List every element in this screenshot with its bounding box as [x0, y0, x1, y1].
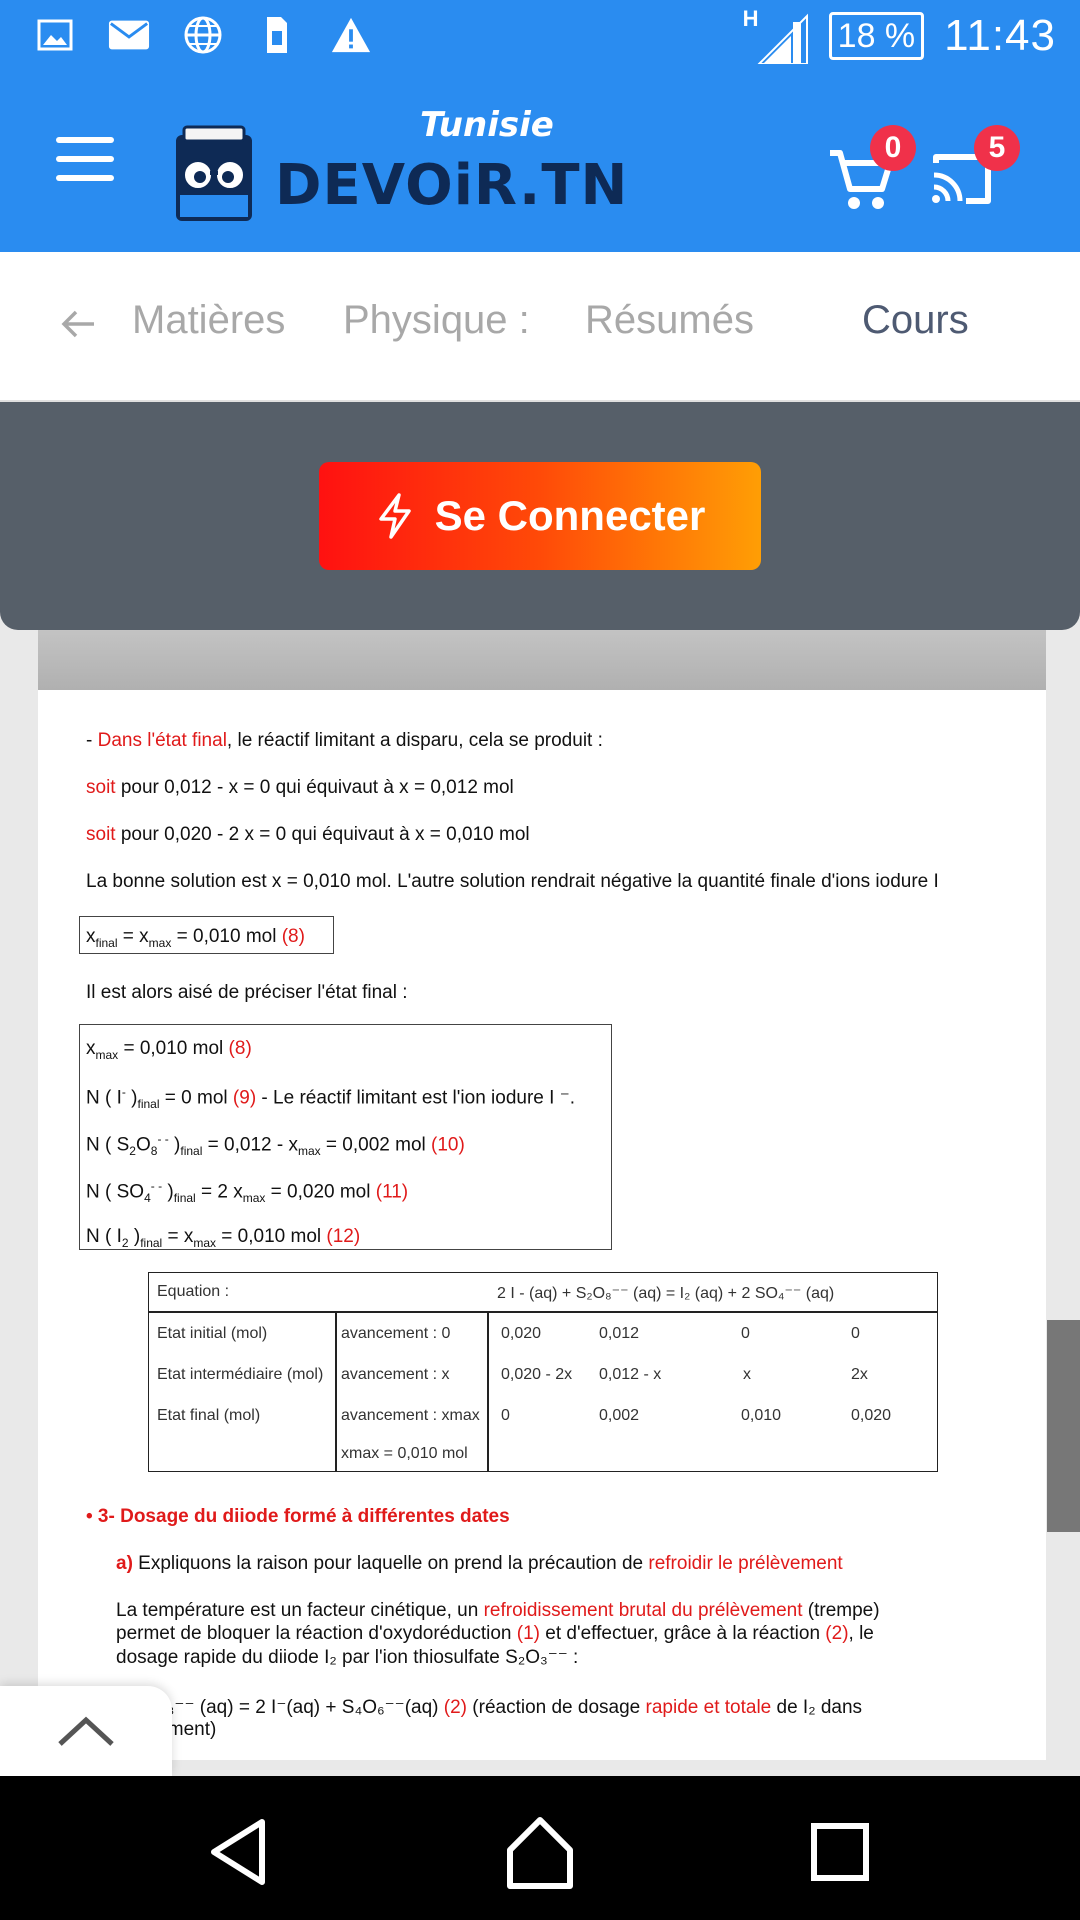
logo-tagline: Tunisie — [420, 105, 554, 145]
image-icon — [34, 14, 76, 56]
mascot-icon — [176, 125, 252, 221]
cast-button[interactable]: 5 — [930, 125, 1020, 215]
doc-line: N ( S2O8- - )final = 0,012 - xmax = 0,00… — [86, 1132, 465, 1159]
doc-line: La bonne solution est x = 0,010 mol. L'a… — [86, 871, 939, 892]
home-nav-icon[interactable] — [500, 1812, 580, 1892]
cart-count-badge: 0 — [870, 125, 916, 171]
table-cell: 0 — [741, 1325, 750, 1342]
doc-line: N ( SO4- - )final = 2 xmax = 0,020 mol (… — [86, 1179, 409, 1206]
table-cell: 0,020 — [501, 1325, 542, 1342]
doc-line: permet de bloquer la réaction d'oxydoréd… — [116, 1623, 874, 1644]
doc-line: 2 S₂O₃⁻⁻ (aq) = 2 I⁻(aq) + S₄O₆⁻⁻(aq) (2… — [116, 1697, 863, 1718]
progress-table: Equation : 2 I - (aq) + S₂O₈⁻⁻ (aq) = I₂… — [148, 1272, 938, 1472]
table-cell: 2x — [851, 1366, 868, 1383]
scrollbar-thumb[interactable] — [1047, 1320, 1080, 1532]
table-cell: avancement : x — [341, 1366, 450, 1383]
doc-line: N ( I- )final = 0 mol (9) - Le réactif l… — [86, 1085, 575, 1112]
battery-indicator: 18 % — [828, 12, 925, 60]
breadcrumb-item-physique[interactable]: Physique : — [343, 298, 530, 343]
arrow-left-icon[interactable] — [58, 304, 98, 344]
lightning-icon — [378, 493, 411, 539]
recents-nav-icon[interactable] — [800, 1812, 880, 1892]
doc-line: xfinal = xmax = 0,010 mol (8) — [86, 926, 305, 950]
doc-line: soit pour 0,020 - 2 x = 0 qui équivaut à… — [86, 824, 530, 845]
mail-icon — [108, 14, 150, 56]
login-label: Se Connecter — [434, 492, 706, 539]
table-cell: avancement : 0 — [341, 1325, 451, 1342]
table-cell: avancement : xmax — [341, 1407, 480, 1424]
table-cell: x — [743, 1366, 751, 1383]
table-cell: Etat final (mol) — [157, 1407, 261, 1424]
warning-icon — [330, 14, 372, 56]
doc-line: dosage rapide du diiode I₂ par l'ion thi… — [116, 1647, 579, 1668]
chevron-up-icon — [58, 1716, 114, 1746]
app-bar: Tunisie DEVOiR.TN 0 5 — [0, 75, 1080, 252]
table-cell: 0 — [851, 1325, 860, 1342]
table-cell: xmax = 0,010 mol — [341, 1445, 468, 1462]
breadcrumb-item-cours[interactable]: Cours — [862, 298, 969, 343]
back-nav-icon[interactable] — [200, 1812, 280, 1892]
table-cell: 0,002 — [599, 1407, 640, 1424]
logo-name: DEVOiR.TN — [275, 153, 629, 218]
cast-count-badge: 5 — [974, 125, 1020, 171]
table-header-label: Equation : — [157, 1283, 230, 1300]
doc-line: La température est un facteur cinétique,… — [116, 1600, 880, 1621]
sim-icon — [256, 14, 298, 56]
table-cell: 0,010 — [741, 1407, 782, 1424]
table-cell: 0,012 - x — [599, 1366, 662, 1383]
system-nav-bar — [0, 1776, 1080, 1920]
document-viewer[interactable]: - Dans l'état final, le réactif limitant… — [38, 630, 1046, 1760]
table-cell: Etat intermédiaire (mol) — [157, 1366, 324, 1383]
network-signal-icon: H — [743, 6, 809, 64]
table-cell: Etat initial (mol) — [157, 1325, 268, 1342]
breadcrumb: Matières Physique : Résumés Cours — [0, 252, 1080, 402]
section-heading: • 3- Dosage du diiode formé à différente… — [86, 1506, 510, 1527]
login-button[interactable]: Se Connecter — [319, 462, 761, 570]
table-cell: 0,020 - 2x — [501, 1366, 573, 1383]
clock: 11:43 — [944, 11, 1056, 60]
cart-button[interactable]: 0 — [826, 125, 916, 215]
site-logo[interactable]: Tunisie DEVOiR.TN — [170, 105, 627, 225]
hamburger-menu-icon[interactable] — [56, 137, 114, 181]
breadcrumb-item-matieres[interactable]: Matières — [132, 298, 285, 343]
doc-line: N ( I2 )final = xmax = 0,010 mol (12) — [86, 1226, 361, 1250]
doc-line: soit pour 0,012 - x = 0 qui équivaut à x… — [86, 777, 514, 798]
scroll-to-top-button[interactable] — [0, 1686, 172, 1776]
table-cell: 0,012 — [599, 1325, 640, 1342]
breadcrumb-item-resumes[interactable]: Résumés — [585, 298, 754, 343]
table-header-equation: 2 I - (aq) + S₂O₈⁻⁻ (aq) = I₂ (aq) + 2 S… — [497, 1285, 835, 1302]
status-bar: H 18 % 11:43 — [0, 0, 1080, 75]
document-page-gap — [38, 630, 1046, 690]
doc-line: - Dans l'état final, le réactif limitant… — [86, 730, 603, 751]
globe-icon — [182, 14, 224, 56]
login-panel: Se Connecter — [0, 402, 1080, 630]
table-cell: 0,020 — [851, 1407, 892, 1424]
table-cell: 0 — [501, 1407, 510, 1424]
doc-line: xmax = 0,010 mol (8) — [86, 1038, 252, 1062]
doc-line: a) Expliquons la raison pour laquelle on… — [116, 1553, 843, 1574]
doc-line: Il est alors aisé de préciser l'état fin… — [86, 982, 408, 1003]
